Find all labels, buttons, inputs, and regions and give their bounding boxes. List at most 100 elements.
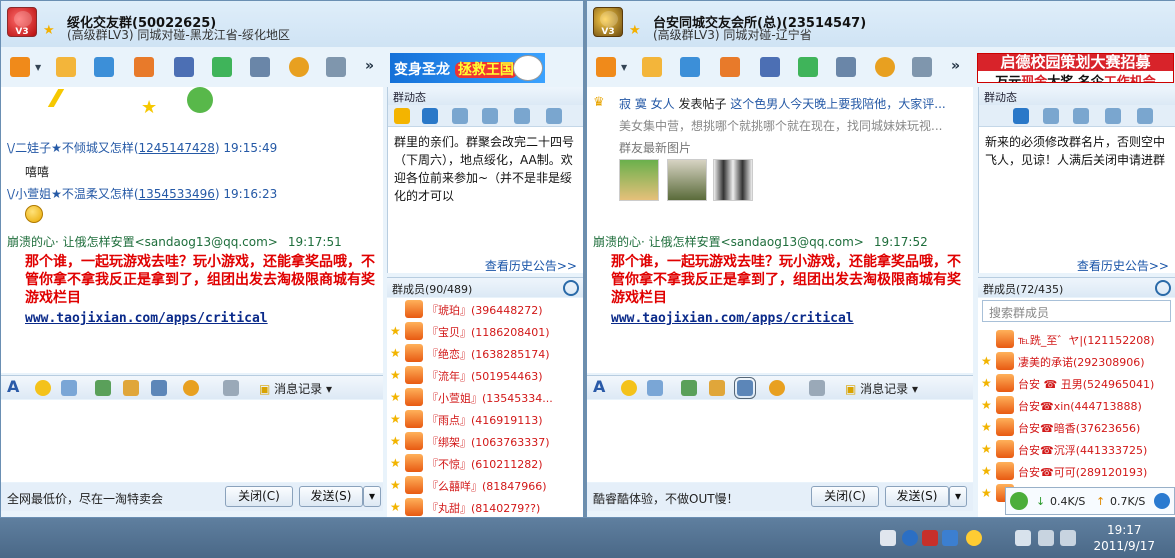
message-link[interactable]: www.taojixian.com/apps/critical [611, 311, 854, 326]
screenshot-icon[interactable] [151, 380, 167, 396]
qq-icon[interactable] [966, 530, 982, 546]
list-tab-icon[interactable] [1073, 108, 1089, 124]
show-hidden-icons[interactable] [1015, 530, 1031, 546]
clock[interactable]: 19:17 2011/9/17 [1093, 522, 1155, 554]
board-icon[interactable] [131, 54, 157, 80]
sender-id-link[interactable]: 1245147428 [139, 141, 215, 155]
security-icon[interactable] [922, 530, 938, 546]
sender-id-link[interactable]: 1354533496 [139, 187, 215, 201]
chevron-down-icon[interactable]: ▼ [621, 63, 627, 72]
photo-tab-icon[interactable] [1043, 108, 1059, 124]
function-icon[interactable] [223, 380, 239, 396]
game-icon[interactable] [757, 54, 783, 80]
group-avatar[interactable]: V3 [593, 7, 623, 37]
folder-icon[interactable] [53, 54, 79, 80]
album-icon[interactable] [91, 54, 117, 80]
home-icon[interactable] [7, 54, 33, 80]
photo-tab-icon[interactable] [452, 108, 468, 124]
volume-icon[interactable] [1060, 530, 1076, 546]
font-icon[interactable]: A [593, 377, 609, 396]
message-input[interactable] [587, 400, 973, 482]
help-icon[interactable] [902, 530, 918, 546]
send-options-button[interactable]: ▾ [363, 486, 381, 507]
share-tab-icon[interactable] [1105, 108, 1121, 124]
image-icon[interactable] [681, 380, 697, 396]
member-item[interactable]: ★ 『不惊』(610211282) [387, 452, 583, 474]
message-history-button[interactable]: ▣ 消息记录 ▾ [259, 380, 332, 397]
close-button[interactable]: 关闭(C) [225, 486, 293, 507]
board-icon[interactable] [717, 54, 743, 80]
member-item[interactable]: ★ 台安 ☎ 丑男(524965041) [978, 372, 1175, 394]
tools-icon[interactable] [833, 54, 859, 80]
ad-banner[interactable]: 变身圣龙 拯救王国 [390, 53, 545, 83]
member-item[interactable]: ★ 凄美的承诺(292308906) [978, 350, 1175, 372]
folder-icon[interactable] [639, 54, 665, 80]
announce-tab-icon[interactable] [422, 108, 438, 124]
member-item[interactable]: ★ 『雨点』(416919113) [387, 408, 583, 430]
refresh-icon[interactable] [1010, 492, 1028, 510]
list-tab-icon[interactable] [482, 108, 498, 124]
member-item[interactable]: ★ 台安☎xin(444713888) [978, 394, 1175, 416]
game-icon[interactable] [171, 54, 197, 80]
home-icon[interactable] [593, 54, 619, 80]
feed-thumbnail[interactable] [713, 159, 753, 201]
message-area[interactable]: ★ \/二娃子★不倾城又怎样(1245147428) 19:15:49 嘻嘻 \… [1, 87, 383, 373]
feed-thumbnail[interactable] [667, 159, 707, 201]
search-icon[interactable] [1155, 280, 1171, 296]
screenshot-icon[interactable] [734, 377, 756, 399]
member-search-input[interactable]: 搜索群成员 [982, 300, 1171, 322]
history-announce-link[interactable]: 查看历史公告>> [1077, 257, 1169, 274]
member-item[interactable]: ★ 『绝恋』(1638285174) [387, 342, 583, 364]
music-icon[interactable] [123, 380, 139, 396]
message-history-button[interactable]: ▣ 消息记录 ▾ [845, 380, 918, 397]
emoticon-icon[interactable] [621, 380, 637, 396]
soso-icon[interactable] [183, 380, 199, 396]
search-icon[interactable] [563, 280, 579, 296]
group-avatar[interactable]: V3 [7, 7, 37, 37]
ad-text[interactable]: 全网最低价，尽在一淘特卖会 [7, 490, 163, 507]
edit-tab-icon[interactable] [1137, 108, 1153, 124]
image-icon[interactable] [95, 380, 111, 396]
more-icon[interactable]: » [951, 58, 960, 74]
member-item[interactable]: ★ 『宝贝』(1186208401) [387, 320, 583, 342]
function-icon[interactable] [809, 380, 825, 396]
feed-thumbnail[interactable] [619, 159, 659, 201]
soso-icon[interactable] [872, 54, 898, 80]
member-item[interactable]: ★ 『流年』(501954463) [387, 364, 583, 386]
chevron-down-icon[interactable]: ▼ [35, 63, 41, 72]
font-icon[interactable]: A [7, 377, 23, 396]
network-monitor[interactable]: ↓ 0.4K/S ↑ 0.7K/S [1005, 487, 1175, 515]
title-bar[interactable]: V3 ★ 台安同城交友会所(总)(23514547) (高级群LV3) 同城对碰… [587, 1, 1175, 47]
edit-tab-icon[interactable] [546, 108, 562, 124]
member-item[interactable]: ℡跣_至゛ヤ|(121152208) [978, 328, 1175, 350]
magic-emoticon-icon[interactable] [61, 380, 77, 396]
soso-icon[interactable] [286, 54, 312, 80]
settings-icon[interactable] [323, 54, 349, 80]
message-link[interactable]: www.taojixian.com/apps/critical [25, 311, 268, 326]
history-announce-link[interactable]: 查看历史公告>> [485, 257, 577, 274]
tools-icon[interactable] [247, 54, 273, 80]
member-list[interactable]: 『琥珀』(396448272) ★ 『宝贝』(1186208401) ★ 『绝恋』(16… [387, 298, 583, 517]
title-bar[interactable]: V3 ★ 绥化交友群(50022625) (高级群LV3) 同城对碰-黑龙江省-… [1, 1, 583, 47]
add-app-icon[interactable] [795, 54, 821, 80]
member-item[interactable]: ★ 『小萱姐』(13545334... [387, 386, 583, 408]
feed-item[interactable]: 美女集中营，想挑哪个就挑哪个就在现在，找同城妹妹玩视... [619, 117, 942, 134]
music-icon[interactable] [709, 380, 725, 396]
feed-item[interactable]: 寂 寞 女人 发表帖子 这个色男人今天晚上要我陪他，大家评... [619, 95, 946, 112]
browser-icon[interactable] [1154, 493, 1170, 509]
message-area[interactable]: ♛ 寂 寞 女人 发表帖子 这个色男人今天晚上要我陪他，大家评... 美女集中营… [587, 87, 973, 373]
settings-icon[interactable] [909, 54, 935, 80]
keyboard-icon[interactable] [880, 530, 896, 546]
more-icon[interactable]: » [365, 58, 374, 74]
member-list[interactable]: 搜索群成员 ℡跣_至゛ヤ|(121152208) ★ 凄美的承诺(292308906… [978, 298, 1175, 517]
ad-text[interactable]: 酷睿酷体验，不做OUT慢！ [593, 490, 739, 507]
announce-tab-icon[interactable] [1013, 108, 1029, 124]
member-item[interactable]: ★ 台安☎沉浮(441333725) [978, 438, 1175, 460]
member-item[interactable]: 『琥珀』(396448272) [387, 298, 583, 320]
soso-icon[interactable] [769, 380, 785, 396]
member-item[interactable]: ★ 『绑架』(1063763337) [387, 430, 583, 452]
member-item[interactable]: ★ 台安☎可可(289120193) [978, 460, 1175, 482]
app-icon[interactable] [942, 530, 958, 546]
magic-emoticon-icon[interactable] [647, 380, 663, 396]
add-app-icon[interactable] [209, 54, 235, 80]
